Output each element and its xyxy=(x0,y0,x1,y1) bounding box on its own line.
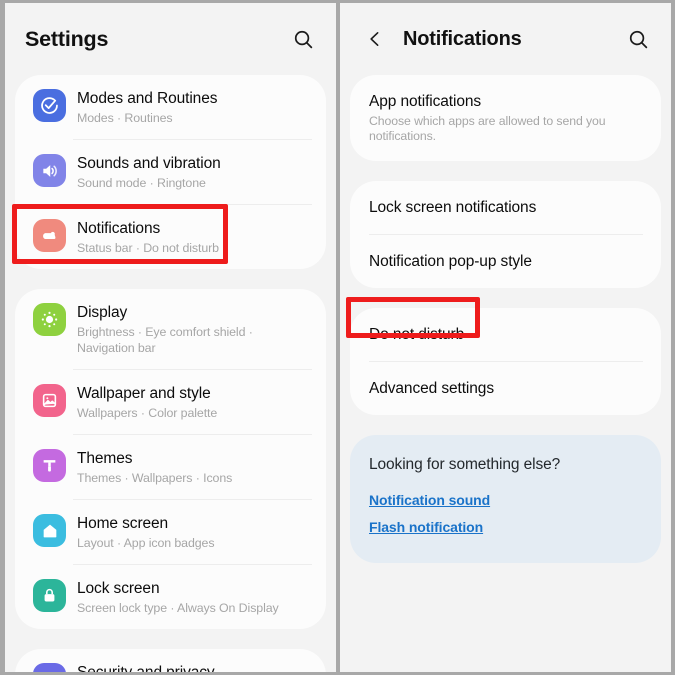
notifications-card-2: Lock screen notifications Notification p… xyxy=(350,181,661,288)
list-item-title: Sounds and vibration xyxy=(77,155,221,172)
list-item-lock-screen-notifications[interactable]: Lock screen notifications xyxy=(350,181,661,234)
list-item-title: Lock screen notifications xyxy=(369,199,537,216)
link-notification-sound[interactable]: Notification sound xyxy=(369,487,642,514)
notifications-icon xyxy=(33,219,66,252)
list-item-subtitle: Layout · App icon badges xyxy=(77,536,215,550)
list-item-notifications[interactable]: Notifications Status bar · Do not distur… xyxy=(15,205,326,269)
list-item-subtitle: Sound mode · Ringtone xyxy=(77,176,206,190)
list-item-themes[interactable]: Themes Themes · Wallpapers · Icons xyxy=(15,435,326,499)
notifications-card-1: App notifications Choose which apps are … xyxy=(350,75,661,161)
list-item-subtitle: Modes · Routines xyxy=(77,111,173,125)
sound-icon xyxy=(33,154,66,187)
list-item-app-notifications[interactable]: App notifications Choose which apps are … xyxy=(350,75,661,161)
modes-routines-icon xyxy=(33,89,66,122)
list-item-title: App notifications xyxy=(369,93,482,110)
looking-for-something-else-card: Looking for something else? Notification… xyxy=(350,435,661,563)
list-item-subtitle: Wallpapers · Color palette xyxy=(77,406,218,420)
settings-card-1: Modes and Routines Modes · Routines Soun… xyxy=(15,75,326,269)
security-privacy-icon xyxy=(33,663,66,672)
list-item-title: Security and privacy xyxy=(77,663,312,672)
search-icon[interactable] xyxy=(623,24,653,54)
list-item-title: Notifications xyxy=(77,220,161,237)
list-item-lock-screen[interactable]: Lock screen Screen lock type · Always On… xyxy=(15,565,326,629)
notifications-panel: Notifications App notifications Choose w… xyxy=(340,3,671,672)
search-icon[interactable] xyxy=(288,24,318,54)
list-item-display[interactable]: Display Brightness · Eye comfort shield … xyxy=(15,289,326,369)
settings-header: Settings xyxy=(5,3,336,75)
list-item-title: Home screen xyxy=(77,515,169,532)
list-item-subtitle: Status bar · Do not disturb xyxy=(77,241,219,255)
info-card-title: Looking for something else? xyxy=(369,456,561,473)
list-item-subtitle: Brightness · Eye comfort shield · Naviga… xyxy=(77,325,253,355)
list-item-title: Advanced settings xyxy=(369,380,494,397)
list-item-title: Do not disturb xyxy=(369,326,465,343)
settings-card-3: Security and privacy xyxy=(15,649,326,672)
settings-panel: Settings Modes and Routines Modes · Rout… xyxy=(5,3,336,672)
list-item-subtitle: Themes · Wallpapers · Icons xyxy=(77,471,233,485)
lock-screen-icon xyxy=(33,579,66,612)
list-item-title: Display xyxy=(77,304,128,321)
link-flash-notification[interactable]: Flash notification xyxy=(369,514,642,541)
list-item-subtitle: Screen lock type · Always On Display xyxy=(77,601,279,615)
list-item-title: Themes xyxy=(77,450,133,467)
list-item-wallpaper-and-style[interactable]: Wallpaper and style Wallpapers · Color p… xyxy=(15,370,326,434)
list-item-subtitle: Choose which apps are allowed to send yo… xyxy=(369,114,606,143)
back-chevron-icon[interactable] xyxy=(360,24,390,54)
home-screen-icon xyxy=(33,514,66,547)
screenshot-root: Settings Modes and Routines Modes · Rout… xyxy=(0,0,675,675)
page-title: Settings xyxy=(25,26,109,51)
list-item-sounds-and-vibration[interactable]: Sounds and vibration Sound mode · Ringto… xyxy=(15,140,326,204)
display-icon xyxy=(33,303,66,336)
list-item-modes-and-routines[interactable]: Modes and Routines Modes · Routines xyxy=(15,75,326,139)
wallpaper-icon xyxy=(33,384,66,417)
list-item-security-and-privacy[interactable]: Security and privacy xyxy=(15,649,326,672)
page-title: Notifications xyxy=(403,27,522,50)
list-item-advanced-settings[interactable]: Advanced settings xyxy=(350,362,661,415)
list-item-title: Wallpaper and style xyxy=(77,385,211,402)
settings-card-2: Display Brightness · Eye comfort shield … xyxy=(15,289,326,629)
notifications-header: Notifications xyxy=(340,3,671,75)
list-item-title: Modes and Routines xyxy=(77,90,218,107)
list-item-notification-popup-style[interactable]: Notification pop-up style xyxy=(350,235,661,288)
list-item-title: Lock screen xyxy=(77,580,160,597)
list-item-title: Notification pop-up style xyxy=(369,253,532,270)
themes-icon xyxy=(33,449,66,482)
notifications-card-3: Do not disturb Advanced settings xyxy=(350,308,661,415)
list-item-do-not-disturb[interactable]: Do not disturb xyxy=(350,308,661,361)
list-item-home-screen[interactable]: Home screen Layout · App icon badges xyxy=(15,500,326,564)
